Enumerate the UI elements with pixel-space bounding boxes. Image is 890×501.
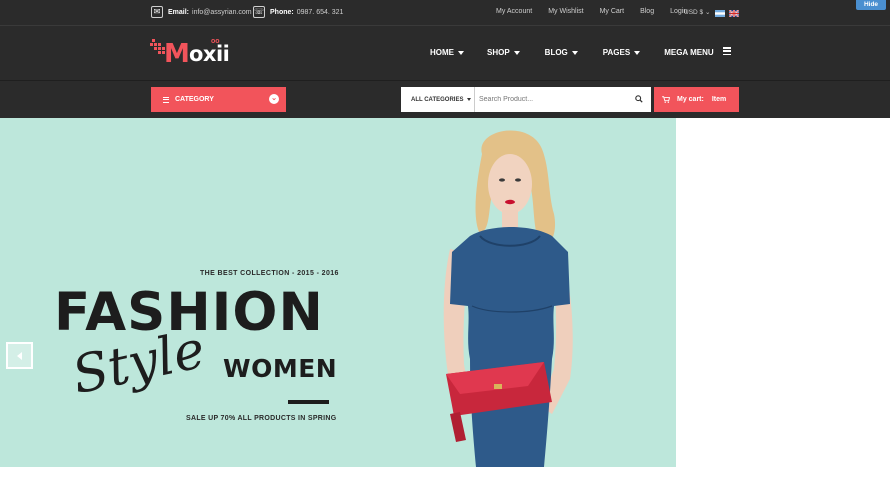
nav-home[interactable]: HOME [430, 48, 464, 57]
nav-pages-label: PAGES [602, 48, 631, 57]
hide-button[interactable]: Hide [856, 0, 886, 10]
uk-flag-icon[interactable] [729, 10, 739, 17]
currency-value: USD $ [684, 9, 704, 16]
email-contact: ✉ Email: info@assyrian.com [151, 6, 252, 18]
divider-bar [288, 400, 329, 404]
nav-shop[interactable]: SHOP [487, 48, 520, 57]
phone-label: Phone: [270, 8, 294, 16]
logo-text: oxii [189, 42, 230, 66]
nav-blog[interactable]: BLOG [545, 48, 578, 57]
argentina-flag-icon[interactable] [715, 10, 725, 17]
caret-down-icon [513, 50, 520, 55]
arrow-left-icon [17, 351, 22, 360]
phone-icon: ☏ [253, 6, 265, 18]
caret-down-icon [458, 50, 464, 55]
caret-down-icon [571, 50, 578, 55]
category-button[interactable]: CATEGORY ⌄ [151, 87, 286, 112]
main-nav: HOME SHOP BLOG PAGES MEGA MENU [430, 48, 714, 57]
list-icon [163, 96, 169, 103]
best-collection-text: THE BEST COLLECTION - 2015 - 2016 [200, 270, 339, 277]
sale-text: SALE UP 70% ALL PRODUCTS IN SPRING [186, 415, 337, 422]
chevron-down-icon: ⌄ [704, 9, 711, 16]
my-cart-link[interactable]: My Cart [600, 8, 625, 15]
account-links: My Account My Wishlist My Cart Blog Logi… [496, 8, 703, 15]
cart-items: Item [711, 96, 727, 103]
nav-mega-menu-label: MEGA MENU [664, 48, 714, 57]
blog-link[interactable]: Blog [640, 8, 654, 15]
phone-contact: ☏ Phone: 0987. 654. 321 [253, 6, 343, 18]
email-value[interactable]: info@assyrian.com [192, 9, 252, 16]
logo-oo: oo [211, 38, 220, 45]
nav-shop-label: SHOP [487, 48, 510, 57]
nav-pages[interactable]: PAGES [602, 48, 641, 57]
menu-icon[interactable] [723, 47, 731, 55]
all-categories-label: ALL CATEGORIES [411, 96, 464, 103]
cart-icon [662, 96, 670, 103]
chevron-down-icon: ⌄ [269, 94, 279, 104]
hero-banner[interactable]: THE BEST COLLECTION - 2015 - 2016 FASHIO… [0, 118, 676, 467]
mail-icon: ✉ [151, 6, 163, 18]
top-bar: ✉ Email: info@assyrian.com ☏ Phone: 0987… [0, 0, 890, 26]
women-heading: WOMEN [223, 354, 338, 383]
phone-value: 0987. 654. 321 [296, 8, 344, 16]
email-label: Email: [168, 8, 190, 16]
category-label: CATEGORY [175, 96, 214, 103]
my-wishlist-link[interactable]: My Wishlist [548, 8, 583, 15]
fashion-model-image [443, 130, 573, 467]
nav-mega-menu[interactable]: MEGA MENU [664, 48, 713, 57]
currency-select[interactable]: USD $ ⌄ [684, 8, 710, 16]
nav-home-label: HOME [430, 48, 454, 57]
caret-down-icon [467, 98, 472, 101]
nav-blog-label: BLOG [544, 48, 568, 57]
search-bar: CATEGORY ⌄ ALL CATEGORIES My cart: Item [0, 80, 890, 118]
cart-label: My cart: [677, 96, 704, 103]
caret-down-icon [634, 50, 641, 55]
my-account-link[interactable]: My Account [496, 8, 532, 15]
moxii-logo[interactable]: M oxii oo [150, 38, 230, 69]
all-categories-select[interactable]: ALL CATEGORIES [401, 87, 475, 112]
logo-m: M [164, 39, 190, 69]
cart-button[interactable]: My cart: Item [654, 87, 739, 112]
search-input[interactable] [475, 87, 651, 112]
slider-prev-arrow[interactable] [6, 342, 33, 369]
main-header: M oxii oo HOME SHOP BLOG PAGES MEGA MENU [0, 26, 890, 80]
search-icon[interactable] [635, 95, 643, 103]
